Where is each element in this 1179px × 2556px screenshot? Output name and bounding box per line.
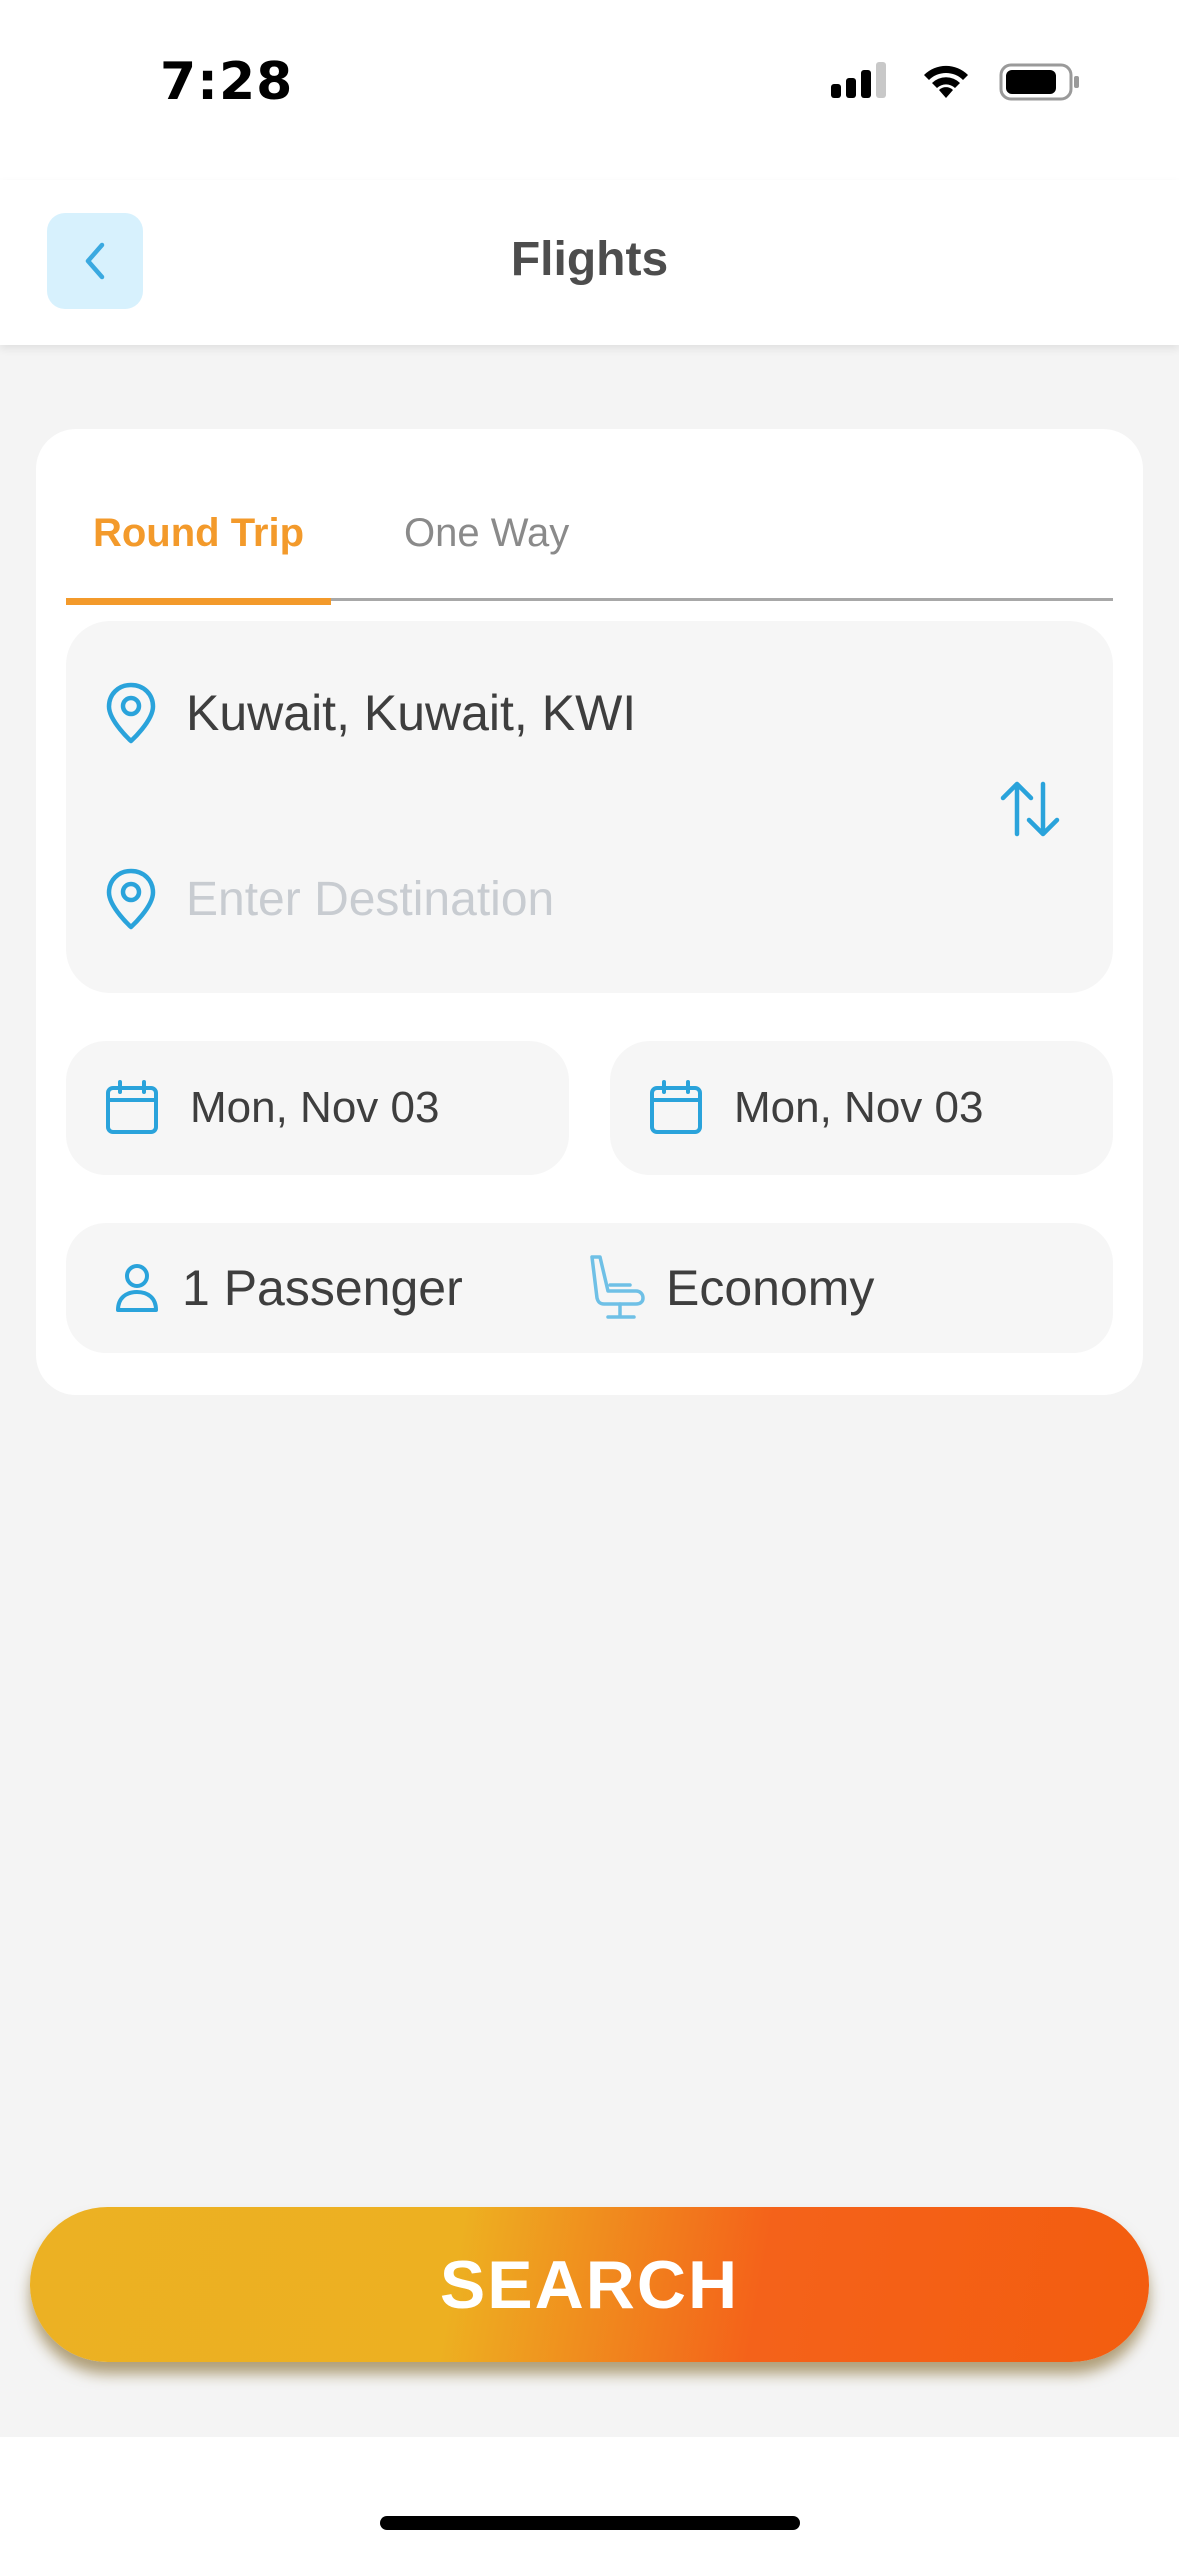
tab-round-trip-label: Round Trip — [92, 511, 305, 555]
bottom-safe-area — [0, 2437, 1179, 2556]
cabin-class-selector[interactable]: Economy — [586, 1223, 874, 1353]
home-indicator[interactable] — [380, 2516, 800, 2530]
route-fields: Kuwait, Kuwait, KWI — [66, 621, 1113, 993]
location-pin-icon — [106, 682, 156, 744]
departure-date-field[interactable]: Mon, Nov 03 — [66, 1041, 569, 1175]
status-icons — [831, 62, 1081, 102]
departure-date-text: Mon, Nov 03 — [190, 1083, 440, 1132]
status-bar: 7:28 — [0, 0, 1179, 180]
swap-vertical-icon[interactable] — [997, 776, 1063, 842]
passenger-count-text: 1 Passenger — [182, 1260, 463, 1316]
calendar-icon — [650, 1080, 702, 1134]
cellular-signal-icon — [831, 62, 886, 98]
destination-field — [102, 867, 886, 931]
wifi-icon — [924, 65, 968, 98]
trip-type-tabs: Round Trip One Way — [66, 489, 1113, 605]
cabin-class-text: Economy — [666, 1260, 875, 1316]
status-time: 7:28 — [160, 52, 294, 112]
search-button-label: SEARCH — [439, 2246, 740, 2323]
origin-text: Kuwait, Kuwait, KWI — [186, 685, 637, 741]
location-pin-icon — [106, 868, 156, 930]
flight-search-screen: 7:28 Flights Round Trip One Way Kuwait, … — [0, 0, 1179, 2556]
calendar-icon — [106, 1080, 158, 1134]
flight-search-card: Round Trip One Way Kuwait, Kuwait, KWI E… — [36, 429, 1143, 1395]
tab-round-trip[interactable]: Round Trip — [66, 489, 331, 605]
app-header: Flights — [0, 180, 1179, 345]
destination-input[interactable] — [186, 871, 886, 927]
battery-icon — [999, 63, 1079, 101]
tab-one-way-label: One Way — [404, 511, 570, 555]
return-date-text: Mon, Nov 03 — [734, 1083, 984, 1132]
travelers-field: 1 Passenger Economy — [66, 1223, 1113, 1353]
tab-one-way[interactable]: One Way — [404, 489, 604, 601]
person-icon — [116, 1264, 158, 1312]
passenger-selector[interactable]: 1 Passenger — [114, 1223, 463, 1353]
page-title: Flights — [510, 233, 669, 286]
seat-icon — [590, 1255, 645, 1319]
return-date-field[interactable]: Mon, Nov 03 — [610, 1041, 1113, 1175]
active-tab-indicator — [66, 598, 331, 605]
origin-field[interactable]: Kuwait, Kuwait, KWI — [102, 681, 636, 745]
search-button[interactable]: SEARCH — [30, 2207, 1149, 2362]
